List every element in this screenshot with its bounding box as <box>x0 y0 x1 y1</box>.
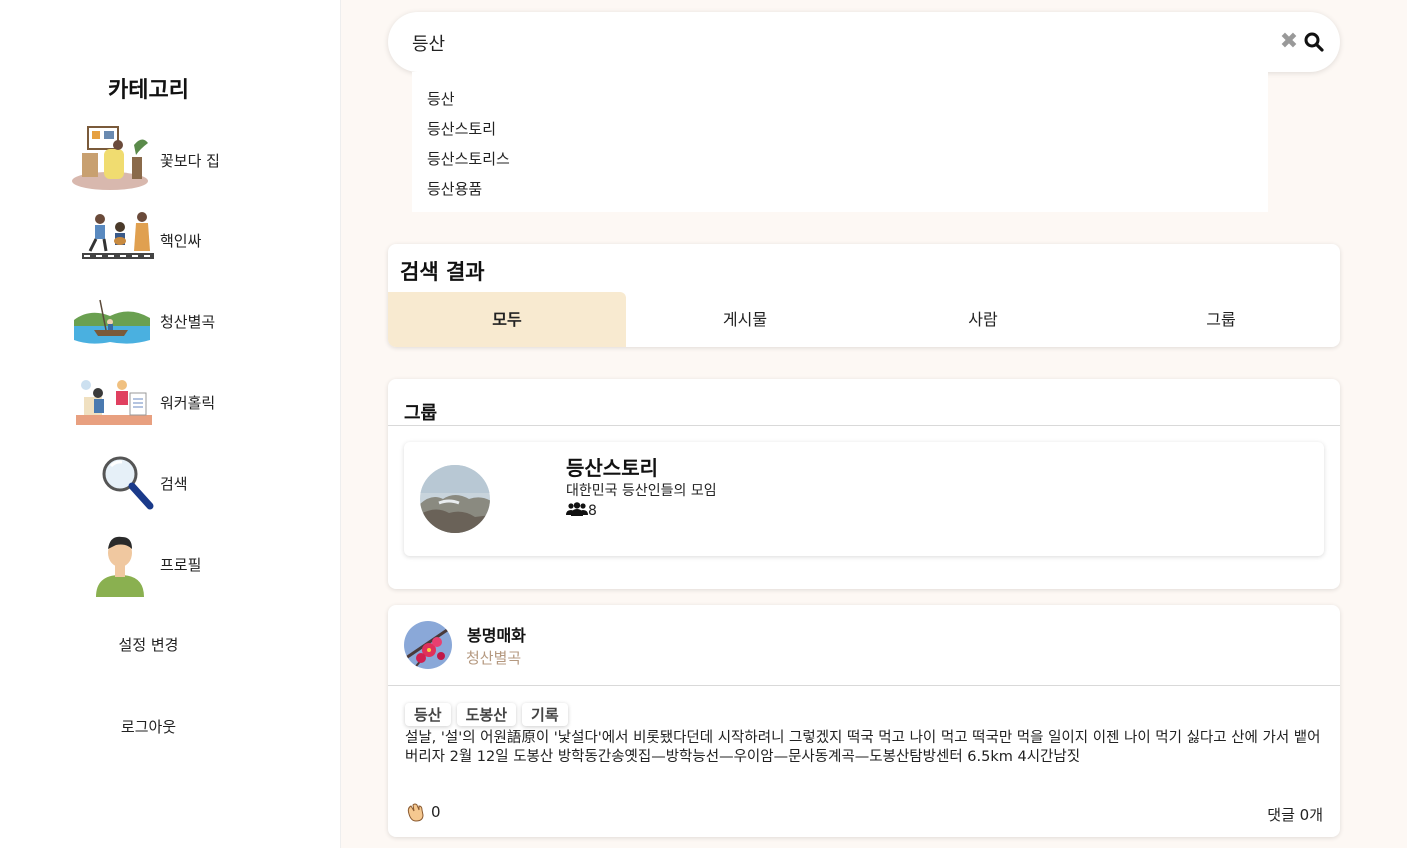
suggestion-item[interactable]: 등산용품 <box>427 178 482 199</box>
comment-count[interactable]: 댓글 0개 <box>1267 804 1323 825</box>
sidebar-title: 카테고리 <box>108 78 189 103</box>
suggestion-item[interactable]: 등산스토리스 <box>427 148 510 169</box>
group-members: 8 <box>566 502 597 520</box>
sidebar-item-label: 프로필 <box>160 555 202 574</box>
sidebar-item-label: 검색 <box>160 474 188 493</box>
logout-link[interactable]: 로그아웃 <box>0 716 297 737</box>
search-input[interactable] <box>410 26 1234 60</box>
boat-nature-illustration-icon <box>70 286 154 356</box>
magnifier-illustration-icon <box>70 448 154 518</box>
search-icon[interactable] <box>1304 32 1324 52</box>
sidebar-item-label: 꽃보다 집 <box>160 151 220 170</box>
settings-link[interactable]: 설정 변경 <box>0 634 297 655</box>
person-illustration-icon <box>70 529 154 599</box>
tab-people[interactable]: 사람 <box>864 292 1102 347</box>
search-bar: ✖ <box>388 12 1340 72</box>
tag[interactable]: 기록 <box>522 703 568 726</box>
group-item[interactable]: 등산스토리 대한민국 등산인들의 모임 8 <box>404 442 1324 556</box>
sidebar-item-search[interactable]: 검색 <box>70 448 310 518</box>
post-card: 봉명매화 청산별곡 등산 도봉산 기록 설날, '설'의 어원語原이 '낯설다'… <box>388 605 1340 837</box>
suggestion-item[interactable]: 등산 <box>427 88 455 109</box>
group-section-title: 그룹 <box>404 403 438 424</box>
home-interior-illustration-icon <box>70 125 154 195</box>
suggestion-item[interactable]: 등산스토리 <box>427 118 496 139</box>
sidebar-item-home[interactable]: 꽃보다 집 <box>70 125 310 195</box>
users-icon <box>566 502 588 520</box>
sidebar-item-insider[interactable]: 핵인싸 <box>70 205 310 275</box>
clear-icon[interactable]: ✖ <box>1278 30 1300 54</box>
post-category: 청산별곡 <box>466 649 522 667</box>
member-count: 8 <box>588 503 597 519</box>
music-party-illustration-icon <box>70 205 158 275</box>
office-work-illustration-icon <box>70 367 154 437</box>
clap-icon[interactable] <box>405 802 425 822</box>
post-author[interactable]: 봉명매화 <box>467 622 526 646</box>
sidebar-item-workaholic[interactable]: 워커홀릭 <box>70 367 310 437</box>
sidebar-item-label: 청산별곡 <box>160 312 216 331</box>
tag[interactable]: 도봉산 <box>456 703 517 726</box>
sidebar: 카테고리 꽃보다 집 핵인싸 청산별곡 워커홀릭 검색 프로필 설정 변경 로그… <box>0 0 341 848</box>
tab-groups[interactable]: 그룹 <box>1102 292 1340 347</box>
search-suggestions: 등산 등산스토리 등산스토리스 등산용품 <box>412 72 1268 212</box>
sidebar-item-label: 핵인싸 <box>160 231 202 250</box>
sidebar-item-profile[interactable]: 프로필 <box>70 529 310 599</box>
search-results-card: 검색 결과 모두 게시물 사람 그룹 <box>388 244 1340 347</box>
post-tags: 등산 도봉산 기록 <box>405 703 568 726</box>
sidebar-item-label: 워커홀릭 <box>160 393 216 412</box>
divider <box>388 685 1340 686</box>
tab-posts[interactable]: 게시물 <box>626 292 864 347</box>
group-name: 등산스토리 <box>566 456 658 480</box>
tab-all[interactable]: 모두 <box>388 292 626 347</box>
divider <box>388 425 1340 426</box>
results-title: 검색 결과 <box>400 260 485 284</box>
post-likes: 0 <box>405 802 441 822</box>
like-count: 0 <box>431 803 441 821</box>
tag[interactable]: 등산 <box>405 703 451 726</box>
group-results-card: 그룹 등산스토리 대한민국 등산인들의 모임 8 <box>388 379 1340 589</box>
post-body: 설날, '설'의 어원語原이 '낯설다'에서 비롯됐다던데 시작하려니 그렇겠지… <box>405 730 1321 765</box>
group-thumbnail <box>419 465 491 533</box>
sidebar-item-nature[interactable]: 청산별곡 <box>70 286 310 356</box>
avatar[interactable] <box>403 620 453 670</box>
group-description: 대한민국 등산인들의 모임 <box>566 483 717 499</box>
